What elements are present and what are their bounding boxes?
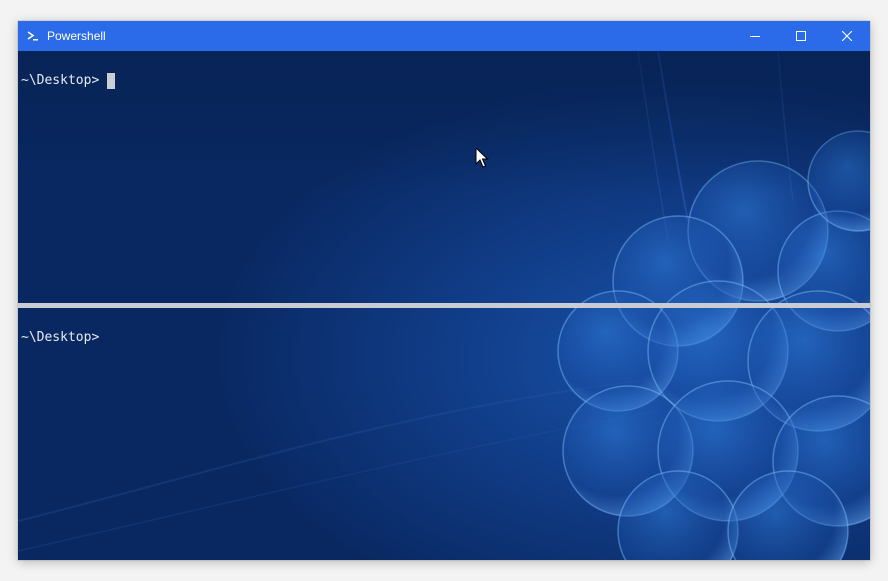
window-title: Powershell <box>47 29 106 43</box>
title-bar[interactable]: Powershell <box>18 21 870 51</box>
terminal-pane-top[interactable]: ~\Desktop> <box>18 51 870 303</box>
minimize-icon <box>750 36 760 37</box>
terminal-window: Powershell ~\Desktop> ~\Desktop> <box>18 21 870 560</box>
prompt-text: ~\Desktop> <box>21 73 100 88</box>
minimize-button[interactable] <box>732 21 778 51</box>
prompt-line: ~\Desktop> <box>21 73 116 89</box>
maximize-icon <box>796 31 806 41</box>
close-button[interactable] <box>824 21 870 51</box>
text-cursor <box>107 73 116 89</box>
terminal-pane-bottom[interactable]: ~\Desktop> <box>18 308 870 560</box>
close-icon <box>842 31 852 41</box>
maximize-button[interactable] <box>778 21 824 51</box>
prompt-text: ~\Desktop> <box>21 330 100 345</box>
prompt-line: ~\Desktop> <box>21 330 99 346</box>
mouse-pointer-icon <box>475 147 489 168</box>
powershell-icon <box>27 31 38 41</box>
terminal-content: ~\Desktop> ~\Desktop> <box>18 51 870 560</box>
